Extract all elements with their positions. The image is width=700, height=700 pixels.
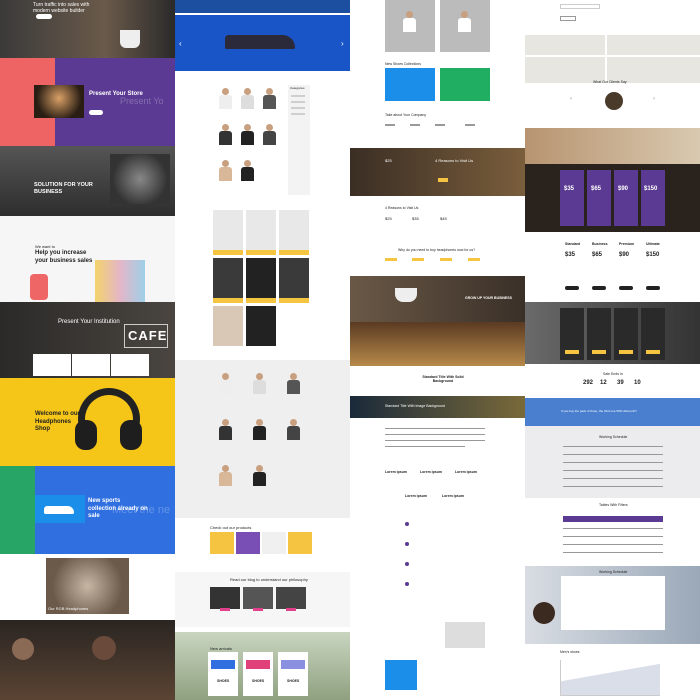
testimonial-prev-icon[interactable]: ‹ [570,96,572,104]
new-shoes-title: New Shoes Collections [385,62,421,66]
check-products-section: Check out our products [175,518,350,570]
column-3: New Shoes Collections Take about Your Co… [350,0,525,700]
shoes-chart [560,660,660,696]
pricing-dark: $35 $65 $90 $150 [525,164,700,232]
schedule-section: Working Schedule [525,426,700,498]
cafe-pricing: $25 4 Reasons to Visit Us [350,148,525,196]
clients-title: What Our Clients Say [593,80,627,84]
help-title: Help you increase your business sales [35,250,93,264]
rgb-headphones-section: Our RGB Headphones [0,554,175,620]
standard-title: Standard Title With Solid Background [422,375,464,384]
coffee-cup [120,30,140,48]
store-button[interactable] [89,110,103,115]
shoe-banner: ‹ › [175,15,350,71]
people-photo-2 [525,128,700,164]
shoe-card-blue [385,68,435,101]
office-photo: Working Schedule [525,566,700,644]
headphone-thumb [445,622,485,648]
product-jar-left [30,274,48,300]
pricing-light: Standard Business Premium Ultimate $35 $… [525,238,700,298]
institution-section: Present Your Institution CAFE [0,302,175,378]
company-title: Take about Your Company [385,113,427,117]
store-image [34,85,84,118]
hero-button[interactable] [36,14,52,19]
column-4: What Our Clients Say ‹ › $35 $65 $90 $15… [525,0,700,700]
discount-banner: If you buy the pack of three, the third … [525,398,700,426]
filters-table-header [563,516,663,522]
arrivals-section: New arrivals SHOES SHOES SHOES [175,632,350,700]
pricing-photo [525,302,700,364]
hero-section: Turn traffic into sales with modern webs… [0,0,175,58]
institution-title: Present Your Institution [58,319,120,325]
client-avatar [605,92,623,110]
product-jar-right [95,260,145,302]
next-arrow-icon[interactable]: › [341,39,344,49]
hero-text: Turn traffic into sales with modern webs… [33,2,90,15]
info-card-1 [33,354,71,376]
column-2: ‹ › Categories Check out our products Re… [175,0,350,700]
mens-shoes-title: Men's shoes [560,650,580,654]
blog-title: Read our blog to understand our philosop… [230,577,308,582]
check-products-title: Check out our products [210,525,252,530]
standard-image-banner: Standard Title With Image Background [350,396,525,418]
map [525,35,700,83]
testimonial-next-icon[interactable]: › [653,96,655,104]
blog-section: Read our blog to understand our philosop… [175,572,350,627]
sale-title: Sale Ends In [603,372,623,376]
help-section: We want to Help you increase your busine… [0,216,175,302]
headphones-section: Welcome to our Headphones Shop [0,378,175,466]
coffee-section: GROW UP YOUR BUSINESS [350,276,525,322]
info-card-3 [111,354,149,376]
tables-filters-title: Tables With Filters [599,503,628,507]
shoe-thumb [385,660,417,690]
people-photo [0,620,175,700]
product-grid-2 [213,210,313,350]
top-strip [175,0,350,13]
product-grid-1 [215,85,285,195]
present-store-section: Present Your Store Present Yo [0,58,175,146]
shoe-card-green [440,68,490,101]
category-sidebar: Categories [288,85,310,195]
product-grid-3 [175,360,350,518]
info-card-2 [72,354,110,376]
timeline [405,520,485,600]
solution-section: SOLUTION FOR YOUR BUSINESS [0,146,175,216]
contact-form [560,0,605,25]
sports-section: New sports collection already on sale Me… [0,466,175,554]
hall-photo [350,322,525,366]
prev-arrow-icon[interactable]: ‹ [179,39,182,49]
column-1: Turn traffic into sales with modern webs… [0,0,175,700]
solution-title: SOLUTION FOR YOUR BUSINESS [34,182,93,195]
